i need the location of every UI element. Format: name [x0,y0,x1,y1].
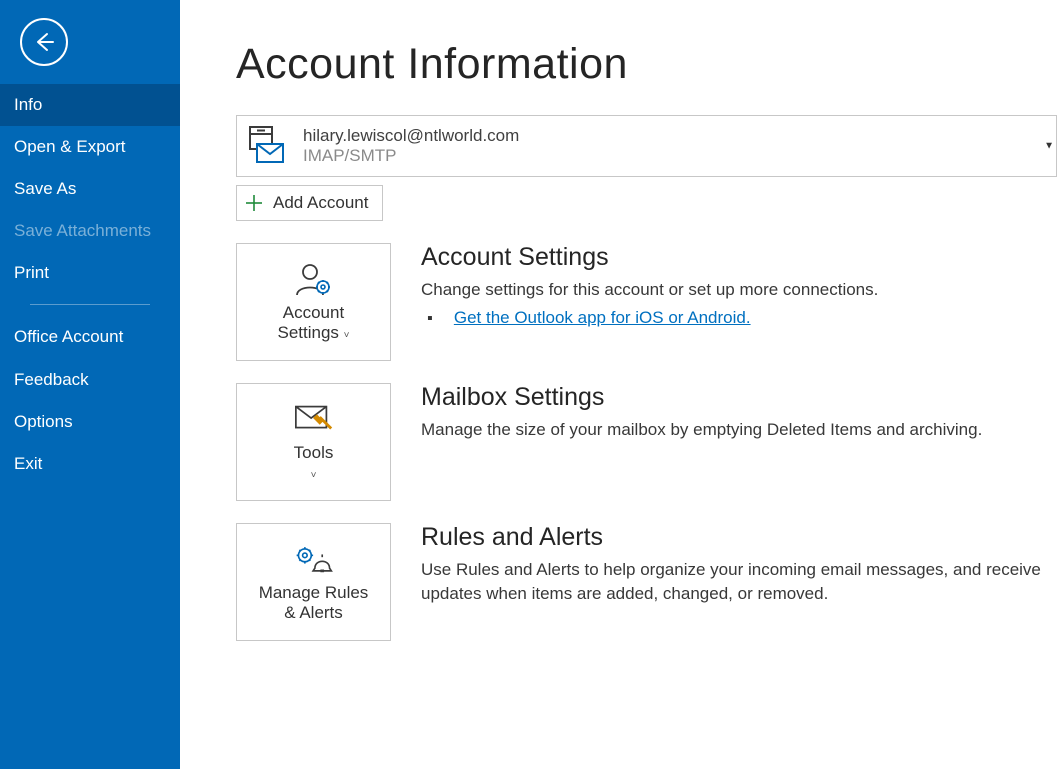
account-texts: hilary.lewiscol@ntlworld.com IMAP/SMTP [303,126,519,166]
sidebar-item-label: Office Account [14,327,123,346]
plus-icon [245,194,263,212]
section-heading: Mailbox Settings [421,383,1057,412]
add-account-label: Add Account [273,193,368,213]
sidebar-divider [30,304,150,305]
account-settings-button[interactable]: Account Settings ˅ [236,243,391,361]
sidebar-item-feedback[interactable]: Feedback [0,359,180,401]
section-desc: Change settings for this account or set … [421,278,1057,302]
account-protocol: IMAP/SMTP [303,146,519,166]
sidebar-item-info[interactable]: Info [0,84,180,126]
person-gear-icon [293,261,335,297]
section-text: Account Settings Change settings for thi… [421,243,1057,361]
gear-bell-icon [293,541,335,577]
tools-button[interactable]: Tools ˅ [236,383,391,501]
manage-rules-alerts-button[interactable]: Manage Rules & Alerts [236,523,391,641]
chevron-down-icon: ˅ [344,330,350,341]
section-account-settings: Account Settings ˅ Account Settings Chan… [236,243,1057,361]
sidebar-item-options[interactable]: Options [0,401,180,443]
sidebar-item-save-attachments: Save Attachments [0,210,180,252]
mailbox-icon [247,126,285,166]
section-heading: Account Settings [421,243,1057,272]
section-mailbox-settings: Tools ˅ Mailbox Settings Manage the size… [236,383,1057,501]
sidebar-item-save-as[interactable]: Save As [0,168,180,210]
envelope-broom-icon [293,401,335,437]
sidebar-item-label: Open & Export [14,137,126,156]
main-content: Account Information hilary.lewiscol@ntlw… [180,0,1057,769]
section-desc: Manage the size of your mailbox by empty… [421,418,1057,442]
sidebar-item-label: Options [14,412,73,431]
button-label: Account Settings ˅ [277,303,349,344]
get-outlook-app-link[interactable]: Get the Outlook app for iOS or Android. [454,308,751,327]
button-label: Manage Rules & Alerts [259,583,369,624]
sidebar-item-label: Info [14,95,42,114]
sidebar-item-exit[interactable]: Exit [0,443,180,485]
sidebar-item-print[interactable]: Print [0,252,180,294]
sidebar-item-label: Feedback [14,370,89,389]
sidebar-item-label: Print [14,263,49,282]
sidebar-item-label: Save As [14,179,76,198]
sidebar-item-label: Save Attachments [14,221,151,240]
section-desc: Use Rules and Alerts to help organize yo… [421,558,1057,606]
section-text: Rules and Alerts Use Rules and Alerts to… [421,523,1057,641]
backstage-sidebar: Info Open & Export Save As Save Attachme… [0,0,180,769]
sidebar-item-office-account[interactable]: Office Account [0,315,180,359]
account-email: hilary.lewiscol@ntlworld.com [303,126,519,146]
back-button[interactable] [20,18,68,66]
sidebar-item-label: Exit [14,454,42,473]
section-rules-alerts: Manage Rules & Alerts Rules and Alerts U… [236,523,1057,641]
bullet-item: Get the Outlook app for iOS or Android. [421,308,1057,328]
section-text: Mailbox Settings Manage the size of your… [421,383,1057,501]
arrow-left-icon [31,29,57,55]
add-account-button[interactable]: Add Account [236,185,383,221]
page-title: Account Information [236,40,1057,89]
chevron-down-icon: ▼ [1044,141,1054,152]
account-selector-dropdown[interactable]: hilary.lewiscol@ntlworld.com IMAP/SMTP ▼ [236,115,1057,177]
sidebar-item-open-export[interactable]: Open & Export [0,126,180,168]
section-heading: Rules and Alerts [421,523,1057,552]
button-label: Tools ˅ [294,443,334,484]
chevron-down-icon: ˅ [311,470,317,481]
